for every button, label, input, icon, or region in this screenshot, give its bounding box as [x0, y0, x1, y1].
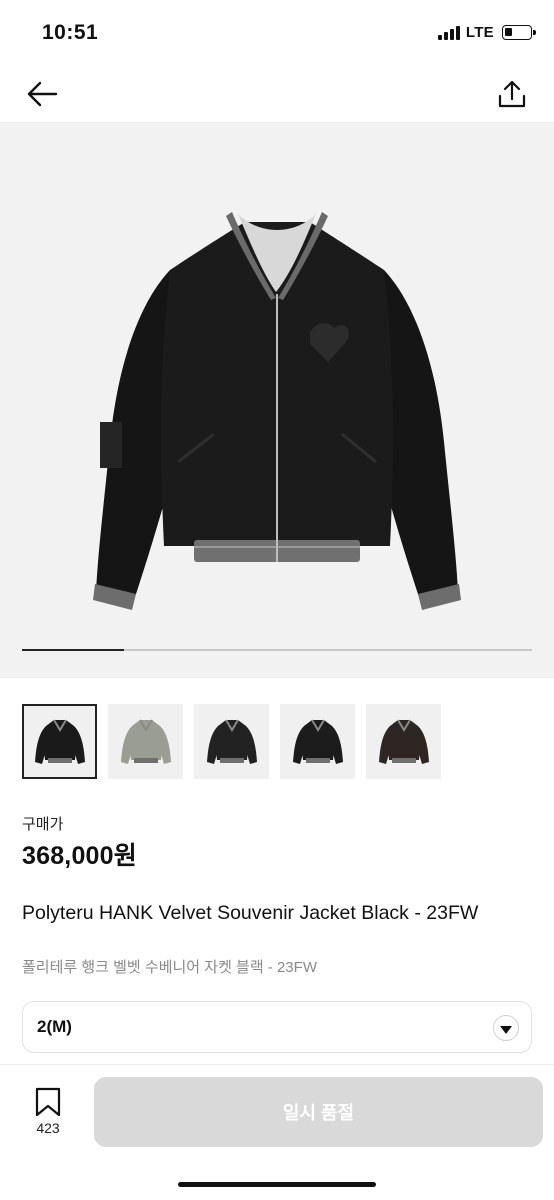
thumbnail-black-jacket-back[interactable]: [280, 704, 355, 779]
home-indicator: [178, 1182, 376, 1187]
sold-out-button[interactable]: 일시 품절: [94, 1077, 543, 1147]
size-value: 2(M): [37, 1017, 72, 1036]
product-image[interactable]: [0, 122, 554, 678]
share-icon: [498, 80, 526, 108]
battery-icon: [502, 25, 536, 40]
jacket-thumbnail: [378, 718, 429, 764]
thumbnail-black-jacket-alt[interactable]: [194, 704, 269, 779]
thumbnail-olive-jacket-reverse[interactable]: [108, 704, 183, 779]
price-value: 368,000원: [22, 842, 137, 870]
thumbnail-brown-jacket[interactable]: [366, 704, 441, 779]
jacket-thumbnail: [206, 718, 257, 764]
status-bar: 10:51 LTE: [0, 0, 554, 66]
bookmark-button[interactable]: 423: [26, 1087, 70, 1136]
share-button[interactable]: [492, 74, 532, 114]
status-time: 10:51: [42, 21, 99, 44]
thumbnail-black-jacket-front[interactable]: [22, 704, 97, 779]
jacket-image: [93, 212, 461, 610]
thumbnail-strip: [22, 704, 441, 779]
product-title-en: Polyteru HANK Velvet Souvenir Jacket Bla…: [22, 902, 479, 924]
network-type: LTE: [465, 24, 494, 41]
status-indicators: LTE: [437, 24, 536, 41]
chevron-down-icon: [493, 1015, 519, 1041]
bookmark-count: 423: [36, 1120, 60, 1136]
jacket-thumbnail: [34, 718, 85, 764]
jacket-thumbnail: [120, 718, 171, 764]
top-nav: [0, 66, 554, 122]
price-label: 구매가: [22, 816, 64, 833]
back-button[interactable]: [22, 74, 62, 114]
jacket-thumbnail: [292, 718, 343, 764]
bookmark-icon: [35, 1087, 61, 1117]
product-title-ko: 폴리테루 행크 벨벳 수베니어 자켓 블랙 - 23FW: [22, 959, 317, 976]
bottom-action-bar: 423 일시 품절: [0, 1064, 554, 1200]
size-select[interactable]: 2(M): [22, 1001, 532, 1053]
arrow-left-icon: [27, 81, 58, 107]
gallery-progress: [22, 649, 532, 651]
signal-icon: [437, 25, 460, 40]
